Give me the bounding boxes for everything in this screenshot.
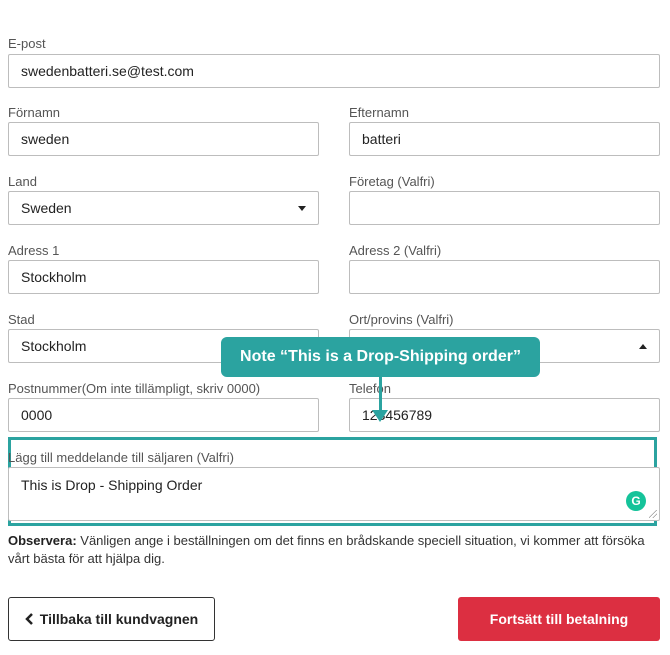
continue-to-payment-button[interactable]: Fortsätt till betalning xyxy=(458,597,660,641)
annotation-arrow-stem xyxy=(379,376,382,412)
province-label: Ort/provins (Valfri) xyxy=(349,312,454,327)
back-to-cart-button[interactable]: Tillbaka till kundvagnen xyxy=(8,597,215,641)
address2-label: Adress 2 (Valfri) xyxy=(349,243,442,258)
first-name-field[interactable]: sweden xyxy=(8,122,319,156)
message-label: Lägg till meddelande till säljaren (Valf… xyxy=(8,450,234,465)
message-value: This is Drop - Shipping Order xyxy=(21,477,203,493)
postcode-field[interactable]: 0000 xyxy=(8,398,319,432)
last-name-label: Efternamn xyxy=(349,105,409,120)
first-name-label: Förnamn xyxy=(8,105,61,120)
city-label: Stad xyxy=(8,312,35,327)
address2-field[interactable] xyxy=(349,260,660,294)
caret-down-icon xyxy=(298,206,306,211)
address1-field[interactable]: Stockholm xyxy=(8,260,319,294)
postcode-label: Postnummer(Om inte tillämpligt, skriv 00… xyxy=(8,381,261,396)
company-field[interactable] xyxy=(349,191,660,225)
company-label: Företag (Valfri) xyxy=(349,174,435,189)
observe-note: Observera: Vänligen ange i beställningen… xyxy=(8,532,660,568)
country-select[interactable]: Sweden xyxy=(8,191,319,225)
observe-note-label: Observera: xyxy=(8,533,77,548)
last-name-field[interactable]: batteri xyxy=(349,122,660,156)
phone-label: Telefon xyxy=(349,381,391,396)
address1-label: Adress 1 xyxy=(8,243,60,258)
phone-field[interactable]: 123456789 xyxy=(349,398,660,432)
back-to-cart-label: Tillbaka till kundvagnen xyxy=(39,611,199,627)
email-label: E-post xyxy=(8,36,46,51)
country-value: Sweden xyxy=(21,200,72,216)
resize-grip-icon[interactable] xyxy=(649,510,657,518)
annotation-callout: Note “This is a Drop-Shipping order” xyxy=(221,337,540,377)
chevron-left-icon xyxy=(24,598,34,640)
email-field[interactable]: swedenbatteri.se@test.com xyxy=(8,54,660,88)
country-label: Land xyxy=(8,174,37,189)
caret-up-icon xyxy=(639,344,647,349)
observe-note-text: Vänligen ange i beställningen om det fin… xyxy=(8,533,645,566)
annotation-arrow-head-icon xyxy=(372,410,388,422)
message-textarea[interactable]: This is Drop - Shipping Order xyxy=(8,467,660,521)
grammarly-icon[interactable]: G xyxy=(626,491,646,511)
